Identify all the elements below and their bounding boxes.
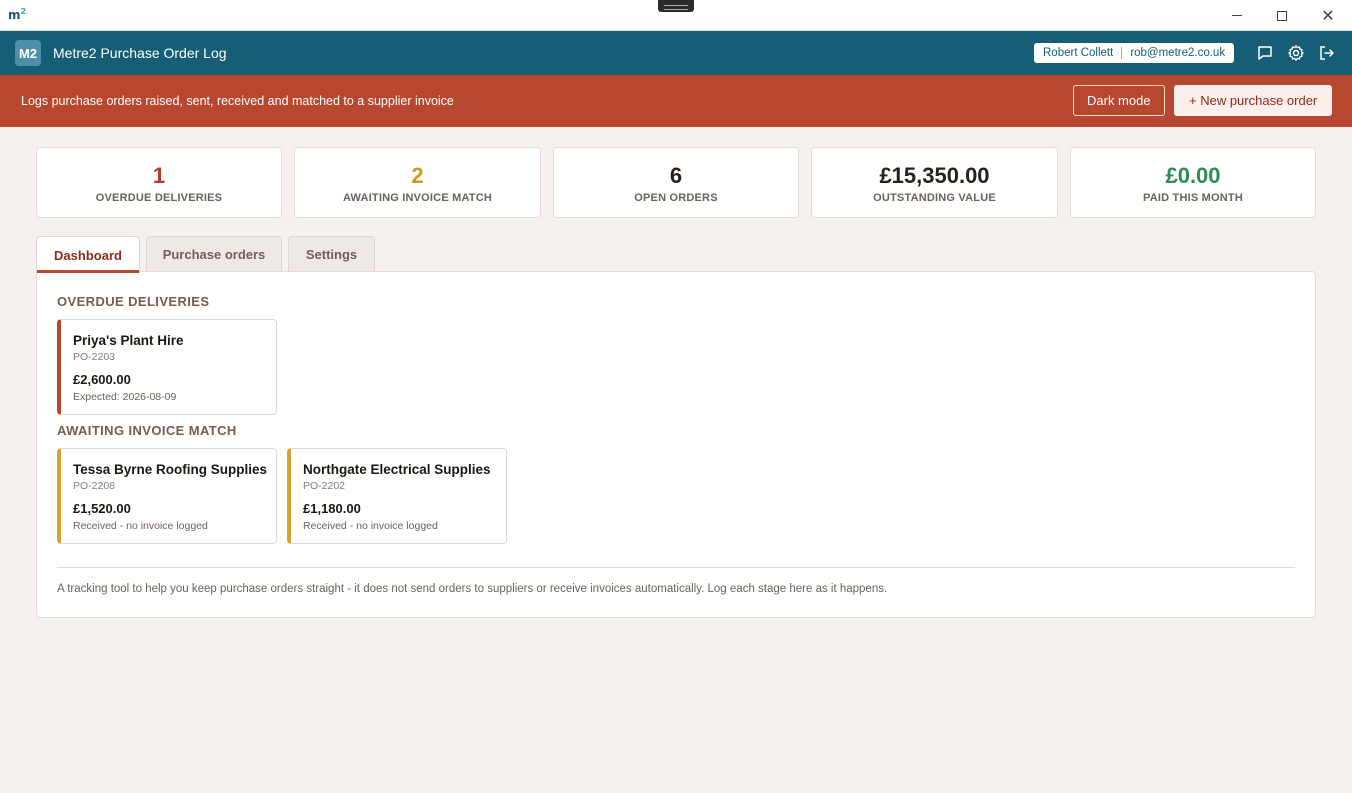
order-card[interactable]: Tessa Byrne Roofing Supplies PO-2208 £1,… — [57, 448, 277, 544]
card-note: Received - no invoice logged — [73, 520, 208, 532]
card-amount: £1,180.00 — [303, 501, 361, 516]
section-title-overdue: OVERDUE DELIVERIES — [57, 294, 210, 309]
card-amount: £1,520.00 — [73, 501, 131, 516]
stat-label: OUTSTANDING VALUE — [873, 192, 996, 204]
user-pill-divider — [1121, 47, 1123, 59]
stat-value: £15,350.00 — [879, 163, 990, 188]
stat-label: OVERDUE DELIVERIES — [95, 192, 223, 204]
close-button[interactable]: ✕ — [1305, 0, 1351, 31]
stat-value: £0.00 — [1165, 163, 1221, 188]
stat-card-outstanding: £15,350.00 OUTSTANDING VALUE — [811, 147, 1058, 218]
stat-card-awaiting: 2 AWAITING INVOICE MATCH — [294, 147, 541, 218]
card-po-number: PO-2208 — [73, 480, 116, 492]
minimize-icon — [1232, 15, 1242, 16]
disclaimer-text: A tracking tool to help you keep purchas… — [57, 583, 888, 595]
card-note: Received - no invoice logged — [303, 520, 438, 532]
tab-dashboard[interactable]: Dashboard — [36, 236, 140, 273]
app-logo-icon: m2 — [8, 7, 27, 22]
drag-handle[interactable] — [658, 0, 694, 12]
stat-label: PAID THIS MONTH — [1143, 192, 1243, 204]
dark-mode-button[interactable]: Dark mode — [1073, 85, 1165, 116]
card-supplier: Priya's Plant Hire — [73, 333, 184, 348]
divider — [57, 567, 1295, 568]
close-icon: ✕ — [1321, 6, 1335, 25]
stat-card-open: 6 OPEN ORDERS — [553, 147, 799, 218]
section-title-awaiting: AWAITING INVOICE MATCH — [57, 423, 237, 438]
app-title: Metre2 Purchase Order Log — [53, 45, 227, 61]
stat-value: 1 — [152, 163, 166, 188]
card-po-number: PO-2203 — [73, 351, 116, 363]
tab-purchase-orders[interactable]: Purchase orders — [146, 236, 282, 272]
minimize-button[interactable] — [1214, 0, 1260, 31]
order-card[interactable]: Northgate Electrical Supplies PO-2202 £1… — [287, 448, 507, 544]
user-pill[interactable]: Robert Collett rob@metre2.co.uk — [1034, 43, 1235, 63]
stat-value: 2 — [411, 163, 424, 188]
stat-card-overdue: 1 OVERDUE DELIVERIES — [36, 147, 282, 218]
dashboard-panel: OVERDUE DELIVERIES Priya's Plant Hire PO… — [36, 271, 1316, 618]
stat-label: OPEN ORDERS — [634, 192, 718, 204]
order-card[interactable]: Priya's Plant Hire PO-2203 £2,600.00 Exp… — [57, 319, 277, 415]
description-banner: Logs purchase orders raised, sent, recei… — [0, 75, 1352, 127]
chat-icon[interactable] — [1256, 44, 1274, 62]
card-po-number: PO-2202 — [303, 480, 346, 492]
user-email: rob@metre2.co.uk — [1130, 47, 1226, 59]
banner-text: Logs purchase orders raised, sent, recei… — [21, 94, 454, 108]
maximize-icon — [1277, 10, 1287, 21]
card-note: Expected: 2026-08-09 — [73, 391, 177, 403]
app-badge: M2 — [15, 40, 41, 66]
stat-card-paid: £0.00 PAID THIS MONTH — [1070, 147, 1316, 218]
card-supplier: Northgate Electrical Supplies — [303, 462, 491, 477]
user-name: Robert Collett — [1043, 47, 1114, 59]
window-titlebar: m2 ✕ — [0, 0, 1352, 31]
tab-settings[interactable]: Settings — [288, 236, 375, 272]
gear-icon[interactable] — [1287, 44, 1305, 62]
card-amount: £2,600.00 — [73, 372, 131, 387]
maximize-button[interactable] — [1259, 0, 1305, 31]
stat-value: 6 — [669, 163, 683, 188]
logout-icon[interactable] — [1318, 44, 1336, 62]
stat-label: AWAITING INVOICE MATCH — [342, 192, 493, 204]
app-header: M2 Metre2 Purchase Order Log Robert Coll… — [0, 31, 1352, 75]
new-purchase-order-button[interactable]: + New purchase order — [1174, 85, 1333, 116]
card-supplier: Tessa Byrne Roofing Supplies — [73, 462, 268, 477]
